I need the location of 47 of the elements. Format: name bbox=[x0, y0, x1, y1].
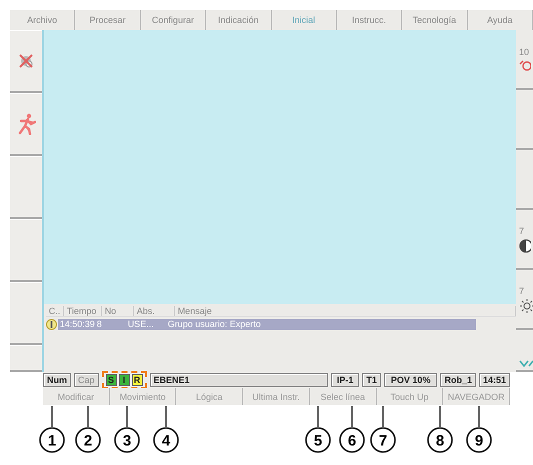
clock: 14:51 bbox=[478, 373, 510, 387]
operating-mode: T1 bbox=[362, 373, 381, 387]
contrast-icon bbox=[519, 238, 531, 252]
softkey[interactable]: Movimiento bbox=[110, 388, 176, 405]
chevron-icon bbox=[519, 360, 533, 368]
column-header[interactable]: Tiempo bbox=[64, 306, 102, 316]
value-label: 7 bbox=[519, 226, 524, 236]
leader-line bbox=[351, 406, 353, 427]
leader-line bbox=[317, 406, 319, 427]
warning-icon bbox=[46, 319, 57, 330]
callout-number: 6 bbox=[339, 427, 365, 453]
callout-number: 9 bbox=[466, 427, 492, 453]
leader-line bbox=[87, 406, 89, 427]
override-value: POV 10% bbox=[384, 373, 438, 387]
robot-off-icon bbox=[16, 52, 35, 70]
status-indicator: R bbox=[132, 374, 143, 386]
callout-number: 3 bbox=[114, 427, 140, 453]
leader-line bbox=[382, 406, 384, 427]
rotation-icon bbox=[519, 60, 531, 71]
value-label: 7 bbox=[519, 286, 524, 296]
num-lock-indicator: Num bbox=[43, 373, 71, 387]
sun-icon bbox=[519, 298, 533, 312]
side-button[interactable]: 7 bbox=[516, 210, 533, 270]
callout-number: 2 bbox=[75, 427, 101, 453]
leader-line bbox=[478, 406, 480, 427]
leader-line bbox=[51, 406, 53, 427]
column-header[interactable]: No bbox=[102, 306, 134, 316]
side-button[interactable]: 7 bbox=[516, 270, 533, 330]
robot-name: Rob_1 bbox=[440, 373, 476, 387]
leader-line bbox=[126, 406, 128, 427]
status-indicator: I bbox=[118, 374, 130, 386]
callout-number: 7 bbox=[370, 427, 396, 453]
column-header[interactable]: C.. bbox=[46, 306, 64, 316]
side-button[interactable]: 10 bbox=[516, 30, 533, 90]
message-row[interactable]: 14:50:39 8 USE... Grupo usuario: Experto bbox=[58, 319, 476, 330]
program-name: EBENE1 bbox=[150, 373, 328, 387]
interpreter-status: IP-1 bbox=[330, 373, 360, 387]
caps-lock-indicator: Cap bbox=[74, 373, 99, 387]
callout-number: 8 bbox=[427, 427, 453, 453]
leader-line bbox=[165, 406, 167, 427]
callout-number: 4 bbox=[153, 427, 179, 453]
leader-line bbox=[439, 406, 441, 427]
callout-number: 5 bbox=[305, 427, 331, 453]
status-indicator: S bbox=[106, 374, 117, 386]
column-header[interactable]: Abs. bbox=[134, 306, 175, 316]
callout-number: 1 bbox=[39, 427, 65, 453]
value-label: 10 bbox=[519, 47, 530, 57]
